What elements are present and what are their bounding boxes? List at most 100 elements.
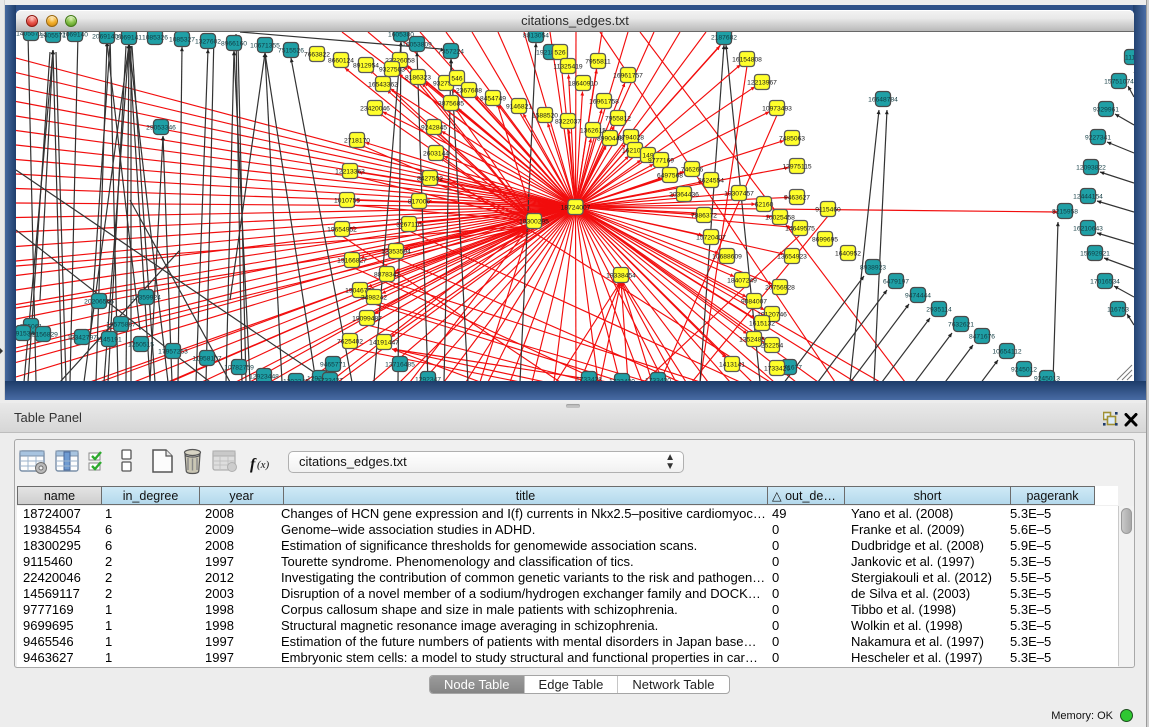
- svg-text:1733429: 1733429: [609, 379, 635, 382]
- svg-text:12156829: 12156829: [28, 332, 58, 339]
- svg-text:2069140: 2069140: [62, 32, 88, 39]
- svg-text:12444154: 12444154: [1073, 194, 1103, 201]
- svg-text:16648784: 16648784: [868, 97, 898, 104]
- svg-text:9245013: 9245013: [1034, 376, 1060, 382]
- svg-text:1362615: 1362615: [580, 128, 606, 135]
- svg-text:1615132: 1615132: [749, 321, 775, 328]
- svg-text:9327503: 9327503: [379, 67, 405, 74]
- svg-text:12213967: 12213967: [747, 80, 777, 87]
- svg-text:12093822: 12093822: [1076, 165, 1106, 172]
- svg-text:12353594: 12353594: [381, 249, 411, 256]
- svg-text:2069141: 2069141: [116, 35, 142, 42]
- svg-text:10782759: 10782759: [224, 365, 254, 372]
- svg-text:10025458: 10025458: [765, 215, 795, 222]
- svg-text:8186323: 8186323: [405, 75, 431, 82]
- svg-text:14191447: 14191447: [369, 340, 399, 347]
- svg-text:526: 526: [554, 50, 565, 57]
- svg-text:19338454: 19338454: [606, 273, 636, 280]
- svg-text:10688609: 10688609: [712, 254, 742, 261]
- svg-text:18724007: 18724007: [561, 205, 591, 212]
- svg-text:8322037: 8322037: [555, 119, 581, 126]
- svg-text:8878342: 8878342: [374, 272, 400, 279]
- svg-text:11958107: 11958107: [192, 356, 222, 363]
- svg-text:2187682: 2187682: [711, 35, 737, 42]
- svg-text:116753: 116753: [1107, 307, 1129, 314]
- svg-text:7886372: 7886372: [691, 213, 717, 220]
- svg-text:7625402: 7625402: [337, 339, 363, 346]
- svg-text:16543362: 16543362: [368, 82, 398, 89]
- svg-text:23420046: 23420046: [360, 106, 390, 113]
- svg-text:817006: 817006: [408, 199, 431, 206]
- svg-text:15692921: 15692921: [1080, 251, 1110, 258]
- svg-text:15751074: 15751074: [1104, 79, 1134, 86]
- svg-text:7515526: 7515526: [278, 48, 304, 55]
- svg-text:16210643: 16210643: [1073, 226, 1103, 233]
- svg-text:2603144: 2603144: [423, 151, 449, 158]
- svg-text:7485063: 7485063: [779, 136, 805, 143]
- svg-text:1010755: 1010755: [334, 198, 360, 205]
- svg-text:8660124: 8660124: [328, 58, 354, 65]
- svg-text:8699695: 8699695: [812, 237, 838, 244]
- svg-text:9242845: 9242845: [421, 125, 447, 132]
- svg-text:8471676: 8471676: [969, 334, 995, 341]
- svg-text:19654952: 19654952: [327, 227, 357, 234]
- svg-text:546: 546: [451, 76, 462, 83]
- svg-text:1733428: 1733428: [576, 377, 602, 382]
- svg-text:1292347: 1292347: [415, 377, 441, 382]
- svg-text:9465771: 9465771: [320, 362, 346, 369]
- svg-text:16961758: 16961758: [589, 99, 619, 106]
- svg-text:12342797: 12342797: [67, 335, 97, 342]
- svg-text:1413141: 1413141: [719, 362, 745, 369]
- svg-text:3267110: 3267110: [396, 222, 422, 229]
- svg-text:19575887: 19575887: [106, 322, 136, 329]
- svg-text:10973493: 10973493: [762, 106, 792, 113]
- svg-text:20206556: 20206556: [84, 299, 114, 306]
- svg-text:1292345: 1292345: [283, 379, 309, 382]
- svg-text:11325419: 11325419: [553, 64, 583, 71]
- svg-text:3498242: 3498242: [361, 295, 387, 302]
- svg-text:1733426: 1733426: [764, 366, 790, 373]
- svg-text:10307457: 10307457: [724, 191, 754, 198]
- svg-text:1327602: 1327602: [195, 39, 221, 46]
- svg-text:12923448: 12923448: [249, 374, 279, 381]
- svg-text:9084007: 9084007: [741, 299, 767, 306]
- svg-text:14649575: 14649575: [785, 226, 815, 233]
- svg-text:2367608: 2367608: [456, 88, 482, 95]
- svg-text:(x): (x): [257, 459, 270, 471]
- svg-text:f: f: [250, 456, 257, 473]
- svg-text:1145191: 1145191: [96, 337, 122, 344]
- svg-text:8813054: 8813054: [523, 33, 549, 40]
- svg-text:16961757: 16961757: [613, 73, 643, 80]
- svg-text:18300295: 18300295: [519, 219, 549, 226]
- svg-text:746266: 746266: [681, 167, 704, 174]
- svg-text:2718170: 2718170: [344, 138, 370, 145]
- svg-text:9329961: 9329961: [1093, 107, 1119, 114]
- svg-text:17016534: 17016534: [1090, 279, 1120, 286]
- svg-text:7632621: 7632621: [948, 322, 974, 329]
- svg-text:13975115: 13975115: [782, 164, 812, 171]
- svg-text:6479197: 6479197: [883, 279, 909, 286]
- svg-text:13654923: 13654923: [777, 254, 807, 261]
- svg-text:10654112: 10654112: [992, 349, 1022, 356]
- svg-text:13716485: 13716485: [385, 362, 415, 369]
- svg-text:9474444: 9474444: [905, 293, 931, 300]
- svg-text:15720407: 15720407: [696, 235, 726, 242]
- svg-text:3875685: 3875685: [438, 101, 464, 108]
- svg-text:12213363: 12213363: [335, 169, 365, 176]
- svg-text:1640952: 1640952: [835, 251, 861, 258]
- svg-text:19166827: 19166827: [337, 258, 367, 265]
- svg-text:9777169: 9777169: [648, 158, 674, 165]
- svg-text:7955812: 7955812: [605, 116, 631, 123]
- svg-text:2935114: 2935114: [926, 307, 952, 314]
- svg-text:6794028: 6794028: [618, 135, 644, 142]
- svg-text:8912954: 8912954: [353, 63, 379, 70]
- svg-text:9245012: 9245012: [1011, 367, 1037, 374]
- svg-text:19099487: 19099487: [352, 316, 382, 323]
- svg-text:18640910: 18640910: [568, 81, 598, 88]
- svg-text:3624554: 3624554: [698, 178, 724, 185]
- svg-text:1733427: 1733427: [317, 378, 343, 382]
- svg-text:8454749: 8454749: [480, 96, 506, 103]
- svg-text:1733430: 1733430: [645, 378, 671, 382]
- svg-text:1250515: 1250515: [128, 342, 154, 349]
- svg-text:17359924: 17359924: [131, 295, 161, 302]
